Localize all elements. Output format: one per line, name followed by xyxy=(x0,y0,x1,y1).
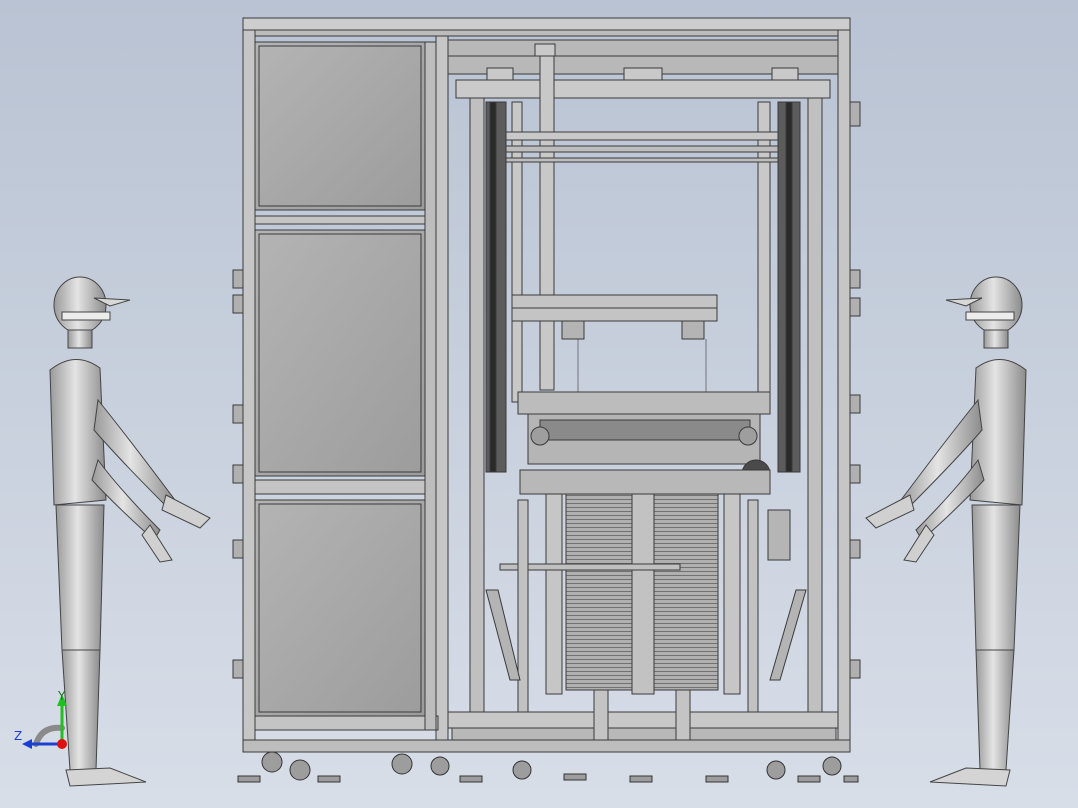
z-axis-label: Z xyxy=(14,729,22,743)
x-axis-dot xyxy=(57,739,67,749)
z-axis-arrowhead xyxy=(22,739,32,749)
orientation-triad[interactable]: Y Z xyxy=(14,688,78,752)
cad-model-scene[interactable] xyxy=(0,0,1078,808)
cad-viewport[interactable]: Y Z xyxy=(0,0,1078,808)
casters-and-feet xyxy=(237,751,859,783)
y-axis-label: Y xyxy=(57,689,66,703)
machine-frame xyxy=(232,17,861,753)
right-mannequin xyxy=(865,276,1027,787)
